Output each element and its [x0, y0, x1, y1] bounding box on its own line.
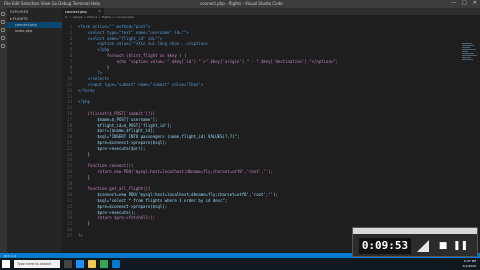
- clock-time: 9:47 PM: [463, 259, 476, 263]
- maximize-button[interactable]: □: [462, 0, 467, 6]
- screen-recorder-widget: 0:09:53 ■ ❚❚: [352, 227, 478, 257]
- extensions-icon[interactable]: [1, 44, 5, 48]
- taskbar-apps: [64, 260, 120, 268]
- file-item-index[interactable]: index.php: [7, 28, 62, 34]
- line-number: 37: [67, 232, 72, 238]
- explorer-header: EXPLORER: [10, 10, 29, 14]
- search-icon[interactable]: [1, 20, 5, 24]
- line-numbers: 1 2 3 4 5 6 7 8 9 10 11 12 13 14 15 16 17 18 19 20 21 22 23 24 2…: [62, 24, 72, 238]
- window-title: connect.php - flights - Visual Studio Co…: [200, 1, 283, 6]
- taskbar-search-input[interactable]: Type here to search: [14, 260, 60, 268]
- close-window-button[interactable]: ✕: [473, 0, 477, 6]
- edge-browser-icon[interactable]: [76, 260, 84, 268]
- windows-taskbar: Type here to search 9:47 PM 3/1/2020: [0, 258, 480, 270]
- tab-label: connect.php: [65, 9, 87, 14]
- windows-start-icon[interactable]: [2, 260, 10, 268]
- pause-icon[interactable]: ❚❚: [453, 240, 468, 252]
- menu-bar[interactable]: File Edit Selection View Go Debug Termin…: [4, 1, 100, 6]
- minimap[interactable]: [462, 42, 478, 102]
- volume-level-icon: [417, 240, 429, 252]
- explorer-sidebar: EXPLORER ▾ FLIGHTS connect.php index.php: [7, 8, 62, 253]
- tab-connect-php[interactable]: connect.php ×: [62, 8, 104, 15]
- code-area[interactable]: <form action="" method="post"> <select t…: [78, 24, 478, 238]
- title-bar: File Edit Selection View Go Debug Termin…: [0, 0, 480, 8]
- explorer-icon[interactable]: [1, 12, 5, 16]
- window-controls: — □ ✕: [451, 0, 477, 6]
- recorder-titlebar[interactable]: [353, 228, 477, 234]
- stop-icon[interactable]: ■: [437, 240, 449, 252]
- close-tab-icon[interactable]: ×: [98, 9, 101, 13]
- source-control-icon[interactable]: [1, 28, 5, 32]
- recording-timer: 0:09:53: [359, 238, 411, 254]
- debug-icon[interactable]: [1, 36, 5, 40]
- activity-bar: [0, 8, 7, 253]
- clock-date: 3/1/2020: [462, 263, 476, 268]
- problems-indicator[interactable]: ⊗ 0 ⚠ 0: [4, 254, 16, 258]
- chrome-icon[interactable]: [100, 260, 108, 268]
- minimize-button[interactable]: —: [451, 0, 456, 6]
- editor-tabs: connect.php ×: [62, 8, 480, 15]
- file-explorer-icon[interactable]: [88, 260, 96, 268]
- task-view-icon[interactable]: [64, 260, 72, 268]
- system-clock[interactable]: 9:47 PM 3/1/2020: [463, 259, 476, 268]
- vscode-icon[interactable]: [112, 260, 120, 268]
- code-editor[interactable]: 1 2 3 4 5 6 7 8 9 10 11 12 13 14 15 16 17 18 19 20 21 22 23 24 2…: [62, 20, 480, 253]
